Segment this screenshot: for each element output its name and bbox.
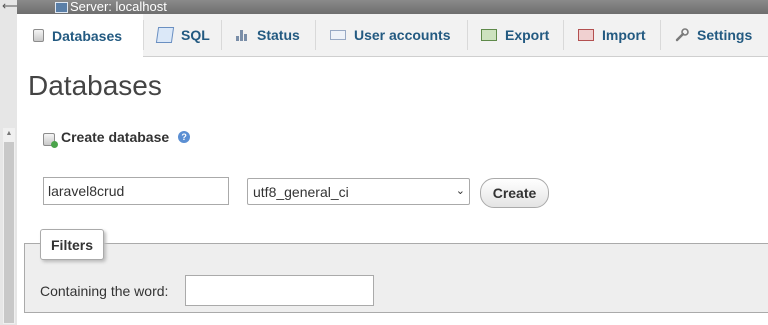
scroll-up-icon[interactable]: ▲ [4, 129, 14, 139]
tab-user-accounts[interactable]: User accounts [330, 14, 450, 56]
database-icon [33, 29, 44, 42]
tab-import[interactable]: Import [578, 14, 646, 56]
sql-icon [155, 27, 175, 43]
create-database-heading: Create database ? [43, 129, 191, 148]
status-icon [235, 28, 249, 42]
database-name-input[interactable] [43, 177, 229, 205]
page-title: Databases [28, 70, 162, 101]
tab-label: User accounts [354, 27, 451, 43]
filters-legend: Filters [40, 229, 105, 260]
server-breadcrumb: Server: localhost [17, 0, 768, 14]
tab-sql[interactable]: SQL [155, 14, 210, 56]
left-navigation-strip: ⟵ ▲ [0, 0, 19, 325]
tab-label: Import [602, 27, 646, 43]
collation-selected-value: utf8_general_ci [253, 184, 349, 200]
settings-icon [675, 28, 689, 42]
chevron-down-icon: ⌄ [455, 185, 465, 197]
tab-export[interactable]: Export [481, 14, 549, 56]
user-accounts-icon [330, 30, 346, 40]
create-database-label: Create database [61, 129, 170, 145]
tab-settings[interactable]: Settings [675, 14, 752, 56]
create-database-icon [43, 132, 58, 148]
tab-databases[interactable]: Databases [17, 14, 143, 57]
tab-label: Settings [697, 27, 753, 43]
tab-status[interactable]: Status [235, 14, 300, 56]
create-button[interactable]: Create [480, 178, 549, 208]
server-icon [55, 2, 68, 13]
export-icon [481, 29, 497, 41]
filters-fieldset [24, 243, 768, 313]
tab-label: Databases [52, 27, 123, 44]
top-tab-bar: Databases SQL Status User accounts Expor… [17, 14, 768, 57]
import-icon [578, 29, 594, 41]
filter-word-input[interactable] [185, 275, 374, 306]
tab-label: Export [505, 27, 550, 43]
server-breadcrumb-link[interactable]: Server: localhost [70, 0, 167, 13]
tab-label: SQL [181, 27, 210, 43]
filter-word-label: Containing the word: [40, 283, 169, 299]
navigation-scrollbar-thumb[interactable] [4, 142, 14, 323]
help-icon[interactable]: ? [178, 131, 191, 143]
content-bottom [24, 313, 768, 325]
collapse-navigation-icon[interactable]: ⟵ [2, 0, 19, 13]
collation-select[interactable]: utf8_general_ci ⌄ [247, 178, 470, 205]
tab-label: Status [257, 27, 300, 43]
